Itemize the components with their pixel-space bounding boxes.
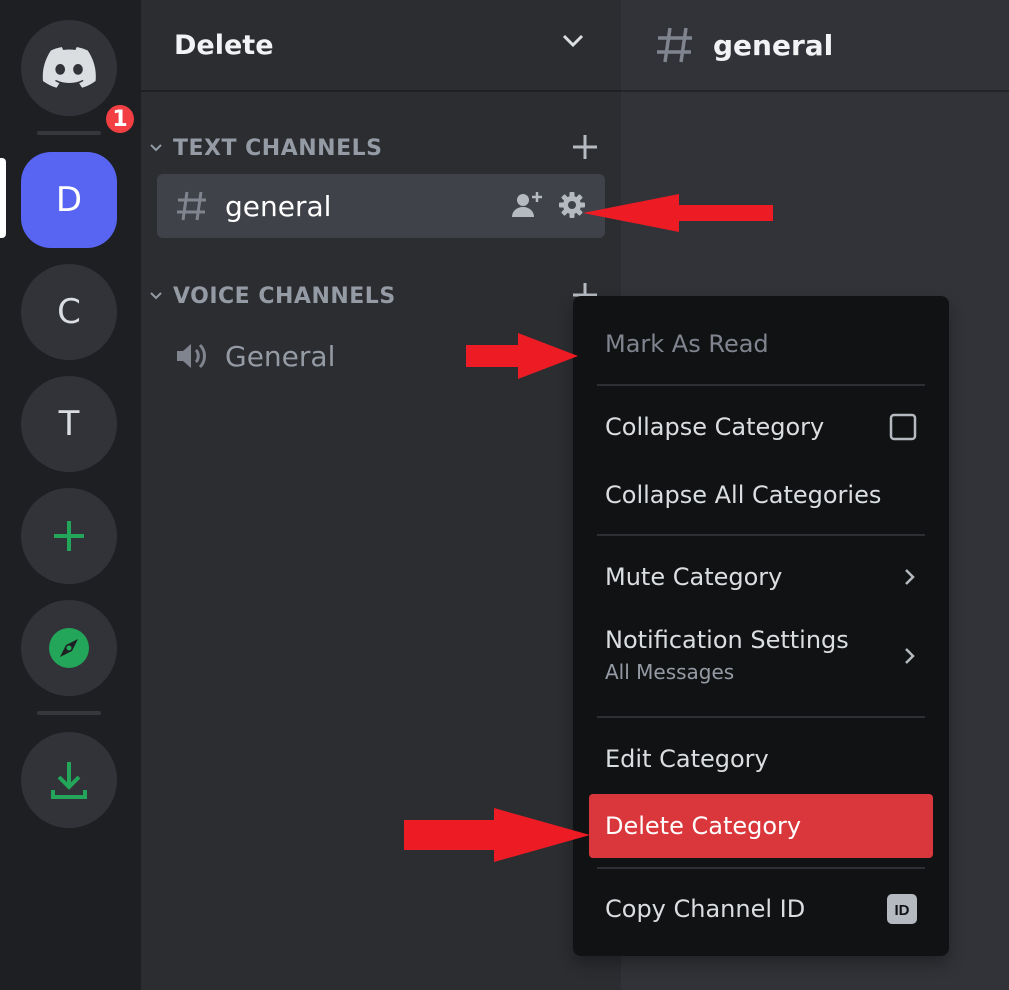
discover-button[interactable] [21,600,117,696]
menu-item-label: Notification Settings [605,626,849,654]
hashtag-icon [177,191,206,221]
server-list: 1 D C T [0,0,141,990]
category-label: VOICE CHANNELS [173,283,396,309]
menu-item-label: Mute Category [605,563,783,591]
compass-icon [49,628,89,668]
plus-icon [54,521,84,551]
channel-title: general [713,28,834,62]
download-apps-button[interactable] [21,732,117,828]
checkbox-wrap [889,413,917,441]
annotation-arrow-icon [466,333,578,379]
submenu-indicator [903,646,917,666]
checkbox-icon[interactable] [889,413,917,441]
menu-item-delete-category[interactable]: Delete Category [589,794,933,858]
guild-separator [37,711,101,715]
category-context-menu: Mark As Read Collapse Category Collapse … [573,296,949,956]
menu-item-label: Mark As Read [605,330,769,358]
chevron-down-icon [150,292,162,300]
menu-item-collapse-all[interactable]: Collapse All Categories [589,467,933,523]
create-channel-icon[interactable] [571,133,599,161]
menu-item-label: Delete Category [605,812,802,840]
menu-item-label: Collapse Category [605,413,825,441]
add-server-button[interactable] [21,488,117,584]
menu-item-edit-category[interactable]: Edit Category [589,731,933,787]
speaker-icon [177,343,206,369]
menu-item-label: Copy Channel ID [605,895,806,923]
chevron-down-icon [150,144,162,152]
server-name: Delete [174,29,274,61]
category-label: TEXT CHANNELS [173,135,383,161]
submenu-indicator [903,567,917,587]
menu-separator [597,534,925,536]
category-voice-channels[interactable]: VOICE CHANNELS [149,281,599,311]
download-icon [51,762,87,799]
menu-item-mute-category[interactable]: Mute Category [589,549,933,605]
chevron-right-icon [905,569,915,585]
menu-item-text: Notification Settings All Messages [605,626,849,684]
chevron-right-icon [905,648,915,664]
notification-badge: 1 [100,99,140,139]
guild-separator [37,131,101,135]
svg-text:ID: ID [895,902,910,919]
server-letter: T [58,404,80,444]
channel-actions [511,190,587,220]
hashtag-icon [657,27,692,63]
server-icon-t[interactable]: T [21,376,117,472]
menu-item-label: Edit Category [605,745,769,773]
annotation-arrow-icon [404,808,590,862]
menu-item-notification-settings[interactable]: Notification Settings All Messages [589,614,933,698]
menu-item-sublabel: All Messages [605,660,735,684]
category-text-channels[interactable]: TEXT CHANNELS [149,133,599,163]
channel-name: general [225,189,332,223]
id-badge-wrap: ID [887,894,917,924]
menu-item-collapse-category[interactable]: Collapse Category [589,399,933,455]
channel-header: general [621,0,1009,92]
annotation-arrow-icon [583,194,773,232]
server-letter: C [57,292,81,332]
discord-logo-icon [42,47,96,88]
channel-name: General [225,339,336,373]
menu-item-copy-channel-id[interactable]: Copy Channel ID ID [589,881,933,937]
home-button[interactable]: 1 [21,20,140,139]
server-header[interactable]: Delete [141,0,621,92]
channel-item-general[interactable]: general [157,174,605,238]
chevron-down-icon [562,34,584,48]
server-icon-c[interactable]: C [21,264,117,360]
id-badge-icon: ID [887,894,917,924]
menu-separator [597,384,925,386]
selected-server-pill [0,158,6,238]
menu-item-mark-as-read[interactable]: Mark As Read [589,316,933,372]
invite-user-icon[interactable] [511,190,543,220]
menu-separator [597,716,925,718]
server-icon-d[interactable]: D [21,152,117,248]
server-letter: D [55,180,83,220]
menu-item-label: Collapse All Categories [605,481,882,509]
menu-separator [597,867,925,869]
